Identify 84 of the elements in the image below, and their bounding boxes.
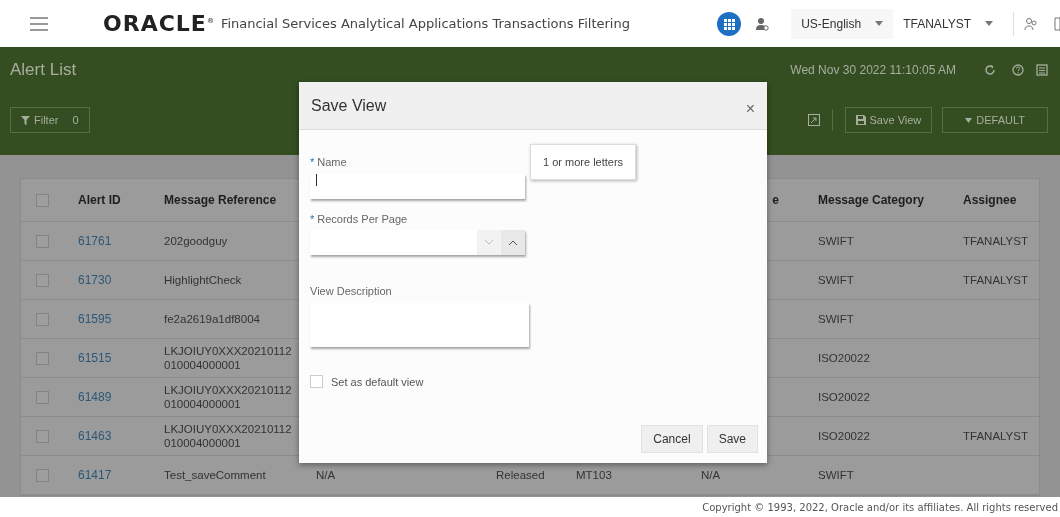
description-field[interactable] (310, 303, 529, 347)
table-cell-text: SWIFT (817, 312, 855, 326)
save-icon (855, 115, 866, 125)
dialog-title: Save View (311, 96, 387, 115)
help-icon[interactable] (1012, 64, 1024, 76)
column-header: Message Category (817, 193, 926, 207)
text-cursor (316, 174, 317, 186)
oracle-logo: ORACLE$^{®}$ (103, 11, 215, 36)
row-checkbox[interactable] (36, 429, 49, 443)
apps-grid-icon[interactable] (717, 11, 742, 36)
alert-id-link[interactable]: 61463 (78, 429, 112, 443)
table-cell-text: SWIFT (817, 234, 855, 248)
increment-button[interactable] (501, 230, 525, 255)
checkbox-label: Set as default view (331, 375, 424, 388)
export-icon[interactable] (807, 114, 820, 126)
caret-icon (965, 117, 973, 123)
column-header: Message Reference (163, 193, 278, 207)
language-dropdown[interactable]: US-English (791, 8, 894, 39)
filter-icon (21, 115, 30, 125)
table-cell-text: LKJOIUY0XXX20210112 010004000001 (163, 422, 293, 450)
filter-button[interactable]: Filter 0 (10, 107, 90, 133)
alert-id-link[interactable]: 61595 (78, 312, 112, 326)
required-marker: * (310, 156, 315, 168)
alert-id-link[interactable]: 61761 (78, 234, 112, 248)
table-cell-text: SWIFT (817, 468, 855, 482)
calendar-icon[interactable] (1036, 64, 1048, 76)
refresh-icon[interactable] (984, 64, 996, 76)
table-cell-text: SWIFT (817, 273, 855, 287)
field-label: View Description (310, 285, 392, 297)
chevron-down-icon (485, 240, 493, 245)
row-checkbox[interactable] (36, 312, 49, 326)
decrement-button[interactable] (477, 230, 501, 255)
app-title: Financial Services Analytical Applications Transactions Filtering (220, 16, 630, 31)
row-checkbox[interactable] (36, 390, 49, 404)
view-dropdown[interactable]: DEFAULT (942, 107, 1048, 133)
table-cell-text: 202goodguy (163, 234, 229, 248)
table-cell-text: ISO20022 (817, 429, 871, 443)
table-cell-text: TFANALYST (962, 429, 1029, 443)
user-settings-icon[interactable] (755, 16, 770, 31)
table-cell-text: fe2a2619a1df8004 (163, 312, 261, 326)
row-checkbox[interactable] (36, 234, 49, 248)
row-checkbox[interactable] (36, 468, 49, 482)
close-button[interactable]: × (745, 99, 755, 118)
name-field[interactable] (310, 174, 525, 199)
table-cell-text: N/A (315, 468, 337, 482)
copyright-text: Copyright © 1993, 2022, Oracle and/or its affiliates. All rights reserved (701, 500, 1059, 515)
table-cell-text: ISO20022 (817, 390, 871, 404)
table-cell-text: LKJOIUY0XXX20210112 010004000001 (163, 344, 293, 372)
table-cell-text: TFANALYST (962, 273, 1029, 287)
row-checkbox[interactable] (36, 351, 49, 365)
cancel-button[interactable]: Cancel (641, 425, 703, 453)
tooltip: 1 or more letters (530, 144, 637, 180)
column-header: Alert ID (77, 193, 122, 207)
alert-id-link[interactable]: 61730 (78, 273, 112, 287)
column-header: Assignee (962, 193, 1018, 207)
field-label: Name (317, 156, 347, 168)
table-cell-text: Released (495, 468, 546, 482)
save-button[interactable]: Save (706, 425, 758, 453)
save-view-button[interactable]: Save View (844, 107, 933, 133)
table-cell-text: N/A (700, 468, 722, 482)
alert-id-link[interactable]: 61417 (78, 468, 112, 482)
chevron-up-icon (509, 240, 517, 245)
table-cell-text: TFANALYST (962, 234, 1029, 248)
row-checkbox[interactable] (36, 273, 49, 287)
page-title: Alert List (10, 60, 77, 80)
table-cell-text: LKJOIUY0XXX20210112 010004000001 (163, 383, 293, 411)
column-header: e (771, 193, 780, 207)
field-label: Records Per Page (317, 213, 408, 225)
table-cell-text: HighlightCheck (163, 273, 243, 287)
caret-icon (875, 21, 884, 26)
records-per-page-field[interactable] (310, 230, 525, 255)
table-cell-text: MT103 (575, 468, 613, 482)
alert-id-link[interactable]: 61489 (78, 390, 112, 404)
table-cell-text: ISO20022 (817, 351, 871, 365)
caret-icon (985, 21, 993, 26)
alert-id-link[interactable]: 61515 (78, 351, 112, 365)
select-all-checkbox[interactable] (36, 193, 49, 207)
page-icon[interactable] (1054, 16, 1060, 31)
default-view-checkbox[interactable] (310, 375, 323, 388)
required-marker: * (310, 213, 315, 225)
date-time: Wed Nov 30 2022 11:10:05 AM (790, 63, 956, 77)
table-cell-text: Test_saveComment (163, 468, 267, 482)
menu-icon[interactable] (30, 16, 48, 31)
users-icon[interactable] (1024, 16, 1038, 31)
